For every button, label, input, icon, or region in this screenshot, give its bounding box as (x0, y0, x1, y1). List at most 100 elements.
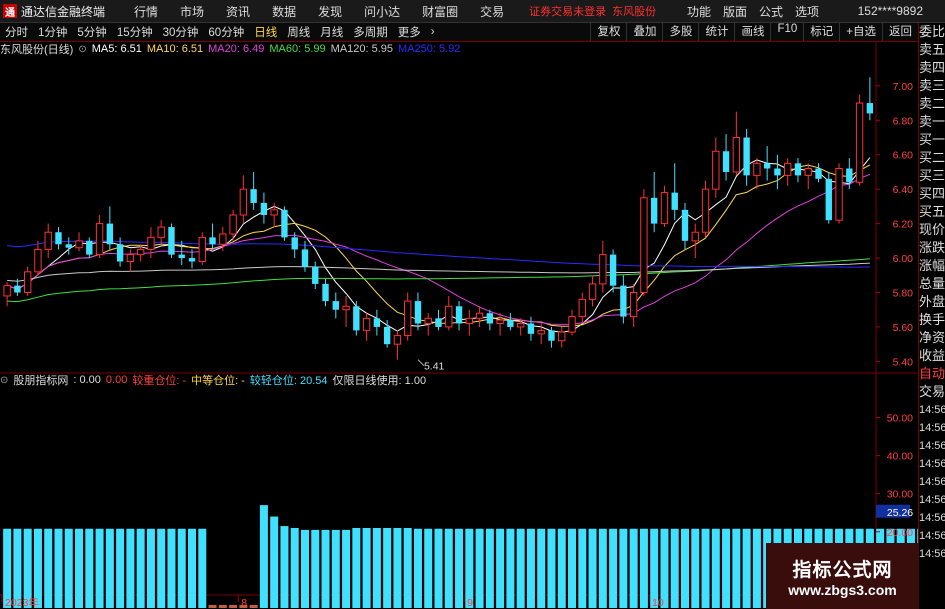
side-panel-item[interactable]: 14:56 (919, 419, 945, 437)
indicator-bar (444, 528, 453, 608)
overlay-button[interactable]: 叠加 (626, 23, 662, 41)
candle-body-down (507, 320, 514, 327)
stock-title: 东风股份(日线) (0, 44, 74, 56)
indicator-bar (609, 528, 618, 608)
add-watchlist-button[interactable]: +自选 (839, 23, 882, 41)
stats-button[interactable]: 统计 (698, 23, 734, 41)
login-notice[interactable]: 证券交易未登录 (529, 3, 606, 19)
side-panel-item[interactable]: 14:56 (919, 491, 945, 509)
side-panel-item[interactable]: 卖四 (919, 59, 945, 77)
menu-wealth[interactable]: 财富圈 (411, 3, 469, 20)
side-panel-item[interactable]: 净资 (919, 329, 945, 347)
side-panel-item[interactable]: 外盘 (919, 293, 945, 311)
side-panel-item[interactable]: 收益 (919, 347, 945, 365)
menu-market[interactable]: 市场 (169, 3, 215, 20)
tab-1min[interactable]: 1分钟 (33, 24, 72, 40)
menu-quotes[interactable]: 行情 (123, 3, 169, 20)
side-panel-item[interactable]: 涨跌 (919, 239, 945, 257)
menu-data[interactable]: 数据 (261, 3, 307, 20)
mark-button[interactable]: 标记 (803, 23, 839, 41)
side-panel-item[interactable]: 14:56 (919, 437, 945, 455)
indicator-bar (249, 604, 258, 608)
candle-body-down (65, 244, 72, 248)
indicator-dropdown-icon[interactable]: ⊙ (0, 375, 8, 386)
x-tick-label: 10 (652, 597, 664, 608)
candle-body-up (44, 231, 52, 250)
candle-body-up (558, 331, 566, 342)
menu-ask[interactable]: 问小达 (353, 3, 411, 20)
chart-toolbar: 复权 叠加 多股 统计 画线 F10 标记 +自选 返回 (590, 23, 918, 41)
app-logo-icon: 通 (3, 4, 17, 19)
side-panel-item[interactable]: 买二 (919, 149, 945, 167)
tab-5min[interactable]: 5分钟 (72, 24, 111, 40)
tab-15min[interactable]: 15分钟 (112, 24, 158, 40)
side-panel-item[interactable]: 14:56 (919, 473, 945, 491)
account-id[interactable]: 152****9892 (858, 4, 923, 18)
tab-60min[interactable]: 60分钟 (203, 24, 249, 40)
side-panel-item[interactable]: 卖三 (919, 77, 945, 95)
side-panel-item[interactable]: 委比 (919, 23, 945, 41)
watermark-title: 指标公式网 (792, 559, 893, 581)
ma-line (7, 258, 870, 303)
chart-canvas[interactable]: 5.40 5.60 5.80 6.00 6.20 6.40 6.60 6.80 7.00 7.0… (0, 42, 918, 608)
indicator-bar (331, 529, 340, 608)
candle-body-up (95, 223, 104, 256)
adjust-button[interactable]: 复权 (590, 23, 626, 41)
side-panel-item[interactable]: 买五 (919, 203, 945, 221)
side-panel-item[interactable]: 14:56 (919, 509, 945, 527)
indicator-bar (126, 528, 135, 608)
y-tick-label: 5.60 (893, 322, 914, 334)
indicator-y-axis: 20.00 30.00 40.00 50.00 25.26 (876, 412, 913, 539)
side-panel-item[interactable]: 14:56 (919, 455, 945, 473)
chevron-right-icon[interactable]: › (426, 26, 440, 38)
menu-trade[interactable]: 交易 (469, 3, 515, 20)
menu-layout[interactable]: 版面 (717, 3, 753, 20)
side-panel-item[interactable]: 总量 (919, 275, 945, 293)
menu-formula[interactable]: 公式 (753, 3, 789, 20)
candle-body-up (342, 305, 350, 311)
side-panel-item[interactable]: 卖二 (919, 95, 945, 113)
ma120-label: MA120: 5.95 (330, 43, 394, 55)
side-panel-item[interactable]: 14:56 (919, 545, 945, 563)
multi-stock-button[interactable]: 多股 (662, 23, 698, 41)
side-panel-item[interactable]: 换手 (919, 311, 945, 329)
ma5-label: MA5: 6.51 (91, 43, 142, 55)
menu-discover[interactable]: 发现 (307, 3, 353, 20)
y-tick-label: 40.00 (887, 451, 913, 463)
candle-body-up (753, 162, 761, 176)
menu-news[interactable]: 资讯 (215, 3, 261, 20)
side-panel-item[interactable]: 14:56 (919, 527, 945, 545)
tab-multi-period[interactable]: 多周期 (348, 24, 393, 40)
side-panel-item[interactable]: 买三 (919, 167, 945, 185)
draw-button[interactable]: 画线 (734, 23, 770, 41)
side-panel-item[interactable]: 买一 (919, 131, 945, 149)
back-button[interactable]: 返回 (882, 23, 918, 41)
side-panel-item[interactable]: 卖一 (919, 113, 945, 131)
indicator-bar (259, 505, 268, 608)
candle-body-up (219, 233, 227, 245)
dropdown-icon[interactable]: ⊙ (78, 44, 86, 55)
menu-options[interactable]: 选项 (789, 3, 825, 20)
side-panel-item[interactable]: 现价 (919, 221, 945, 239)
candle-body-up (229, 214, 237, 235)
tab-30min[interactable]: 30分钟 (158, 24, 204, 40)
side-panel-item[interactable]: 涨幅 (919, 257, 945, 275)
menu-function[interactable]: 功能 (681, 3, 717, 20)
indicator-bar (578, 528, 587, 608)
side-panel-item[interactable]: 14:56 (919, 401, 945, 419)
tab-daily[interactable]: 日线 (249, 24, 282, 40)
more-button[interactable]: 更多 (393, 24, 426, 40)
y-tick-label: 6.40 (893, 184, 914, 196)
tab-intraday[interactable]: 分时 (0, 24, 33, 40)
indicator-bar (229, 604, 238, 608)
side-panel-item[interactable]: 交易 (919, 383, 945, 401)
indicator-bar (372, 527, 381, 608)
indicator-bar (424, 528, 433, 608)
f10-button[interactable]: F10 (770, 23, 803, 41)
side-panel-item[interactable]: 自动 (919, 365, 945, 383)
tab-monthly[interactable]: 月线 (315, 24, 348, 40)
tab-weekly[interactable]: 周线 (282, 24, 315, 40)
side-panel-item[interactable]: 卖五 (919, 41, 945, 59)
side-panel-item[interactable]: 买四 (919, 185, 945, 203)
right-menu: 功能 版面 公式 选项 (681, 0, 825, 22)
